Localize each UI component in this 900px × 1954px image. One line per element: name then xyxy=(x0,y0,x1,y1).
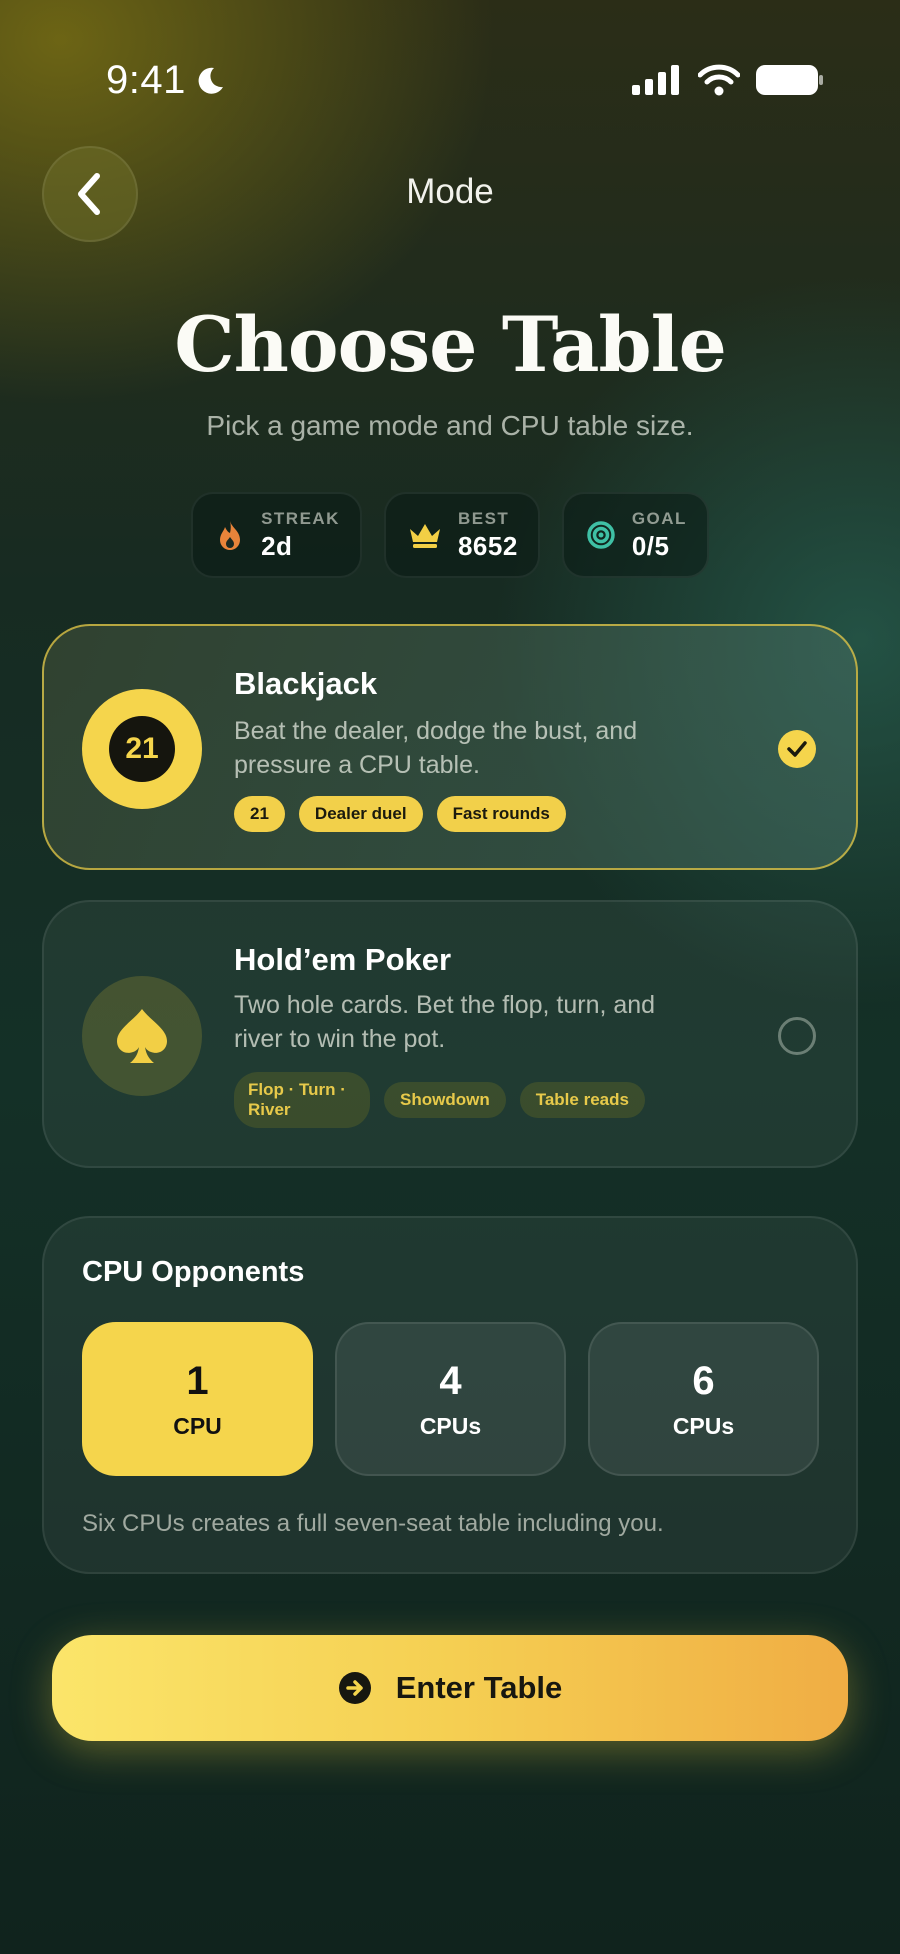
enter-table-label: Enter Table xyxy=(395,1670,563,1705)
status-bar-indicators xyxy=(632,64,824,96)
mode-tag: Dealer duel xyxy=(298,796,423,832)
mode-card-holdem[interactable]: Hold’em Poker Two hole cards. Bet the fl… xyxy=(42,900,858,1168)
stat-label: BEST xyxy=(457,508,510,528)
stat-label: GOAL xyxy=(631,508,687,528)
mode-tag: Table reads xyxy=(519,1082,645,1118)
arrow-circle-right-icon xyxy=(338,1672,371,1704)
moon-icon xyxy=(198,67,223,94)
mode-tags: 21 Dealer duel Fast rounds xyxy=(234,796,566,832)
spade-icon xyxy=(117,1009,167,1063)
holdem-icon xyxy=(82,976,202,1096)
battery-icon xyxy=(756,65,823,95)
checkmark-icon xyxy=(787,741,807,757)
page-title: Choose Table xyxy=(174,300,727,389)
stat-goal: GOAL 0/5 xyxy=(561,492,709,578)
mode-radio-selected[interactable] xyxy=(778,730,816,768)
cpu-opponents-card: CPU Opponents 1 CPU 4 CPUs 6 CPUs Six CP… xyxy=(42,1216,858,1574)
cpu-count: 4 xyxy=(439,1358,462,1403)
cpu-unit: CPU xyxy=(173,1412,222,1439)
stats-row: STREAK 2d BEST 8652 GOAL 0/5 xyxy=(0,492,900,578)
clock-text: 9:41 xyxy=(106,58,186,102)
stat-label: STREAK xyxy=(261,508,340,528)
mode-description: Beat the dealer, dodge the bust, and pre… xyxy=(234,717,638,779)
cpu-unit: CPUs xyxy=(419,1412,482,1439)
cpu-option-6[interactable]: 6 CPUs xyxy=(588,1322,819,1476)
stat-value: 0/5 xyxy=(631,530,670,561)
target-icon xyxy=(587,521,615,549)
mode-tags: Flop · Turn · River Showdown Table reads xyxy=(234,1072,645,1128)
mode-card-blackjack[interactable]: 21 Blackjack Beat the dealer, dodge the … xyxy=(42,624,858,870)
cpu-count: 6 xyxy=(692,1358,715,1403)
cpu-count: 1 xyxy=(186,1358,209,1403)
mode-description: Two hole cards. Bet the flop, turn, and … xyxy=(234,991,656,1053)
mode-title: Hold’em Poker xyxy=(234,942,452,977)
cpu-unit: CPUs xyxy=(672,1412,735,1439)
cpu-option-4[interactable]: 4 CPUs xyxy=(335,1322,566,1476)
mode-title: Blackjack xyxy=(234,666,378,701)
blackjack-icon: 21 xyxy=(82,689,202,809)
blackjack-icon-text: 21 xyxy=(125,732,159,765)
mode-tag: 21 xyxy=(234,796,285,832)
signal-icon xyxy=(632,65,679,95)
stat-value: 8652 xyxy=(457,530,518,561)
cpu-note: Six CPUs creates a full seven-seat table… xyxy=(82,1510,664,1537)
enter-table-button[interactable]: Enter Table xyxy=(52,1635,848,1741)
stat-best: BEST 8652 xyxy=(383,492,540,578)
status-bar-time: 9:41 xyxy=(106,58,226,103)
mode-tag: Flop · Turn · River xyxy=(234,1072,370,1128)
nav-title: Mode xyxy=(406,172,494,211)
crown-icon xyxy=(409,524,440,548)
cpu-section-title: CPU Opponents xyxy=(82,1256,305,1288)
mode-tag: Showdown xyxy=(384,1082,506,1118)
mode-tag: Fast rounds xyxy=(436,796,566,832)
flame-icon xyxy=(220,521,241,550)
wifi-icon xyxy=(698,64,740,96)
cpu-option-1[interactable]: 1 CPU xyxy=(82,1322,313,1476)
stat-streak: STREAK 2d xyxy=(191,492,362,578)
page-subtitle: Pick a game mode and CPU table size. xyxy=(206,410,694,441)
stat-value: 2d xyxy=(261,530,293,561)
cpu-options: 1 CPU 4 CPUs 6 CPUs xyxy=(82,1322,819,1476)
mode-radio-unselected[interactable] xyxy=(778,1017,816,1055)
